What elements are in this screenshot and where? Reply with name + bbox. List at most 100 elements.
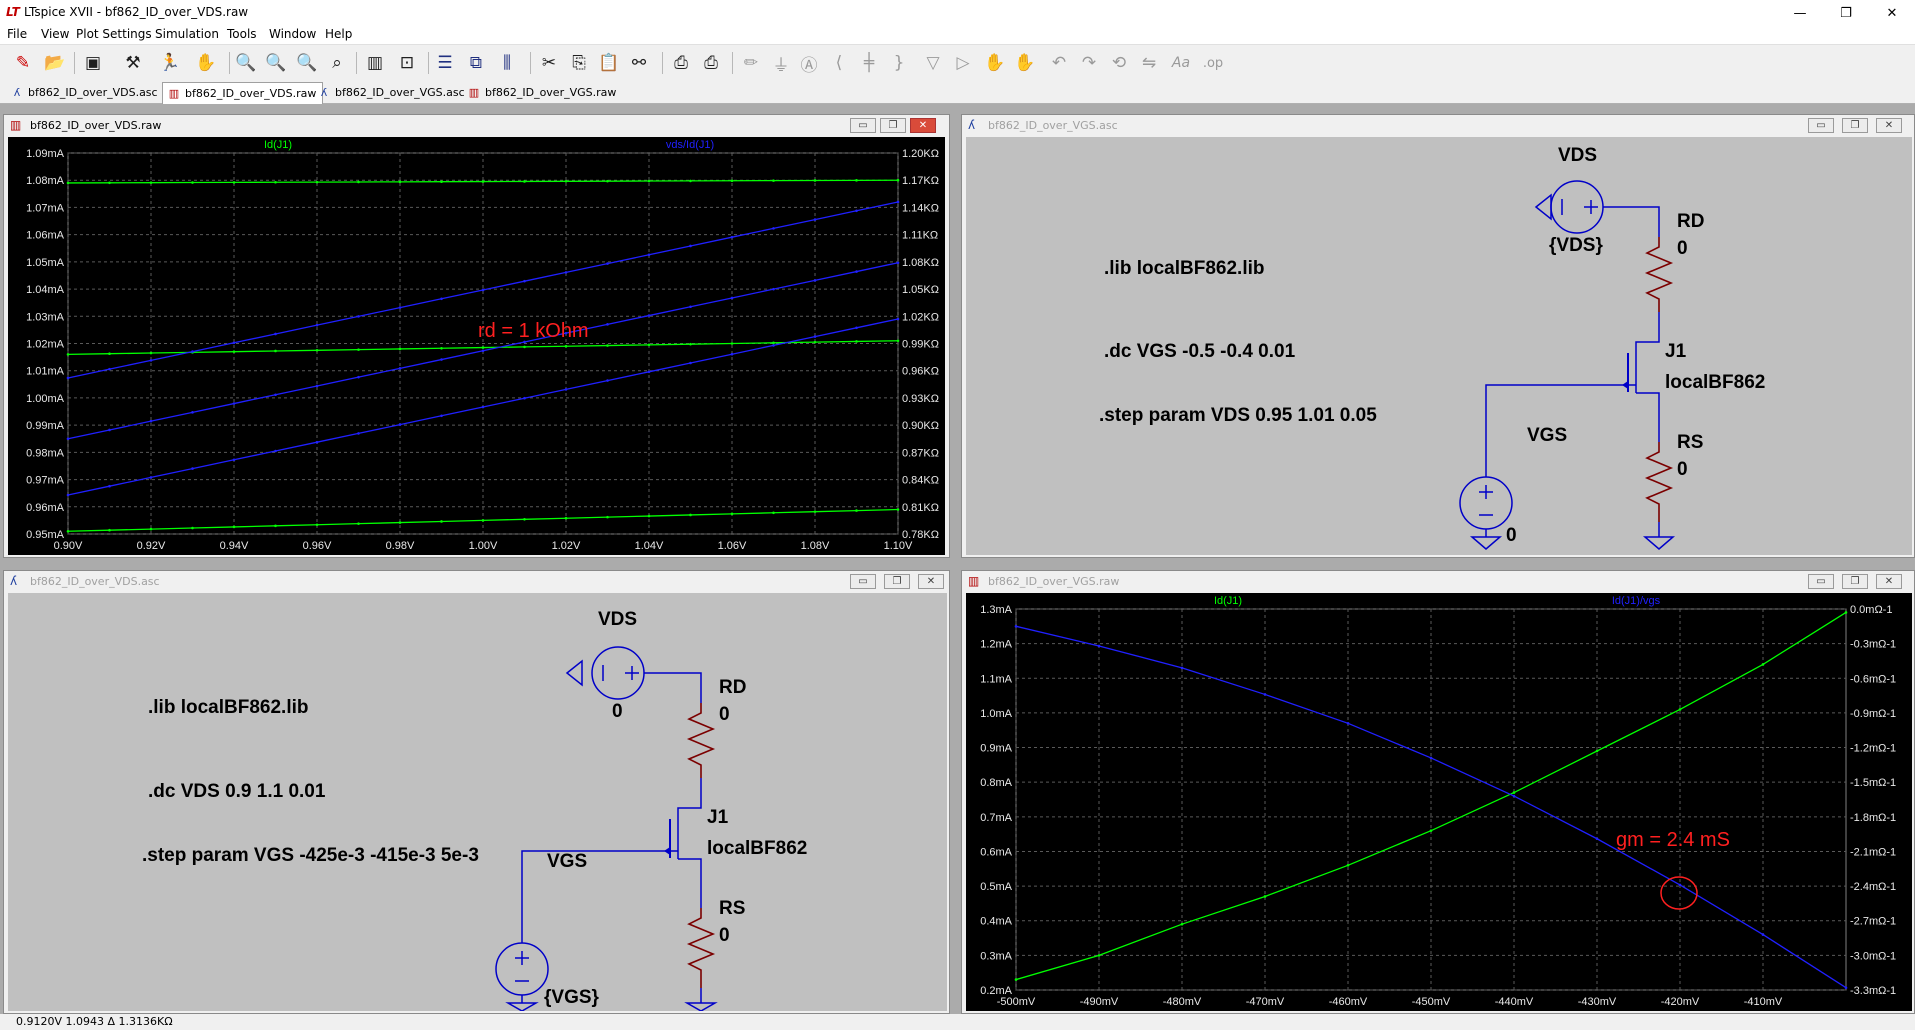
rd-resistor-symbol[interactable] [686, 703, 716, 778]
schematic-window-vgs[interactable]: ʎ bf862_ID_over_VGS.asc ▭ ❐ ✕ VDS {VDS} … [961, 114, 1915, 558]
schematic-canvas[interactable]: VDS 0 RD 0 J1 localBF862 VGS {VGS} RS 0 … [8, 593, 947, 1011]
rd-resistor-symbol[interactable] [1644, 237, 1674, 312]
close-button[interactable]: ✕ [1869, 0, 1915, 26]
spice-directive-lib[interactable]: .lib localBF862.lib [1104, 258, 1265, 280]
data-point [108, 181, 111, 185]
vgs-value[interactable]: {VGS} [544, 987, 599, 1009]
minimize-button[interactable]: ▭ [850, 118, 876, 133]
spice-directive-step[interactable]: .step param VDS 0.95 1.01 0.05 [1099, 405, 1377, 427]
vgs-label[interactable]: VGS [1527, 425, 1567, 447]
menu-view[interactable]: View [36, 27, 74, 41]
window-titlebar[interactable]: ʎ bf862_ID_over_VDS.asc ▭ ❐ ✕ [4, 571, 949, 593]
control-panel-icon[interactable]: ⚒ [120, 51, 146, 75]
window-titlebar[interactable]: ▥ bf862_ID_over_VDS.raw ▭ ❐ ✕ [4, 115, 949, 137]
run-icon[interactable]: 🏃 [157, 51, 183, 75]
rs-resistor-symbol[interactable] [1644, 442, 1674, 522]
waveform-plot-vds[interactable]: 0.90V 0.92V 0.94V 0.96V 0.98V 1.00V 1.02V 1.04V… [8, 137, 945, 555]
menu-window[interactable]: Window [264, 27, 321, 41]
tab-bf862-id-over-vds-asc[interactable]: ʎ bf862_ID_over_VDS.asc [6, 83, 164, 101]
zoom-area-icon[interactable]: 🔍 [263, 51, 289, 75]
rd-label[interactable]: RD [719, 677, 746, 699]
close-button[interactable]: ✕ [1876, 574, 1902, 589]
minimize-button[interactable]: ▭ [1808, 574, 1834, 589]
rd-value[interactable]: 0 [719, 704, 730, 726]
tile-horizontal-icon[interactable]: ☰ [432, 51, 458, 75]
y-right-tick-label: -2.4mΩ-1 [1850, 881, 1896, 893]
tab-bf862-id-over-vgs-raw[interactable]: ▥ bf862_ID_over_VGS.raw [463, 83, 622, 101]
print-icon[interactable]: ⎙ [668, 51, 694, 75]
tab-bf862-id-over-vds-raw[interactable]: ▥ bf862_ID_over_VDS.raw [162, 82, 324, 104]
zoom-in-icon[interactable]: 🔍 [233, 51, 259, 75]
vgs-source-symbol[interactable] [1459, 476, 1513, 530]
data-point [896, 200, 900, 204]
minimize-button[interactable]: — [1777, 0, 1823, 26]
j1-label[interactable]: J1 [1665, 341, 1686, 363]
close-button[interactable]: ✕ [918, 574, 944, 589]
vds-value[interactable]: 0 [612, 701, 623, 723]
new-schematic-icon[interactable]: ✎ [10, 51, 36, 75]
j1-label[interactable]: J1 [707, 807, 728, 829]
waveform-window-vds[interactable]: ▥ bf862_ID_over_VDS.raw ▭ ❐ ✕ 0.90V 0.92V… [3, 114, 950, 558]
tab-bf862-id-over-vgs-asc[interactable]: ʎ bf862_ID_over_VGS.asc [313, 83, 471, 101]
minimize-button[interactable]: ▭ [850, 574, 876, 589]
j1-jfet-symbol[interactable] [664, 818, 679, 859]
vds-label[interactable]: VDS [598, 609, 637, 631]
menu-simulation[interactable]: Simulation [150, 27, 224, 41]
waveform-plot-vgs[interactable]: -500mV -490mV -480mV -470mV -460mV -450mV -440… [966, 593, 1912, 1011]
rs-value[interactable]: 0 [719, 925, 730, 947]
plot-pane[interactable]: -500mV -490mV -480mV -470mV -460mV -450mV -440… [966, 593, 1912, 1011]
menu-help[interactable]: Help [320, 27, 357, 41]
cut-icon[interactable]: ✂ [536, 51, 562, 75]
window-titlebar[interactable]: ▥ bf862_ID_over_VGS.raw ▭ ❐ ✕ [962, 571, 1914, 593]
restore-button[interactable]: ❐ [1842, 118, 1868, 133]
spice-directive-dc[interactable]: .dc VGS -0.5 -0.4 0.01 [1104, 341, 1295, 363]
tile-vertical-icon[interactable]: ⫼ [494, 51, 520, 75]
find-icon[interactable]: ⚯ [626, 51, 652, 75]
rs-label[interactable]: RS [719, 898, 745, 920]
pan-icon[interactable]: ✋ [193, 51, 219, 75]
rd-label[interactable]: RD [1677, 211, 1704, 233]
zoom-fit-icon[interactable]: ⌕ [324, 51, 350, 75]
open-icon[interactable]: 📂 [42, 51, 68, 75]
paste-icon[interactable]: 📋 [596, 51, 622, 75]
menu-tools[interactable]: Tools [222, 27, 262, 41]
menu-file[interactable]: File [2, 27, 32, 41]
restore-button[interactable]: ❐ [1842, 574, 1868, 589]
minimize-button[interactable]: ▭ [1808, 118, 1834, 133]
vds-source-symbol[interactable] [565, 646, 645, 700]
vgs-value[interactable]: 0 [1506, 525, 1517, 547]
plot-pane[interactable]: 0.90V 0.92V 0.94V 0.96V 0.98V 1.00V 1.02V 1.04V… [8, 137, 945, 555]
schematic-window-vds[interactable]: ʎ bf862_ID_over_VDS.asc ▭ ❐ ✕ VDS 0 RD 0… [3, 570, 950, 1014]
vds-value[interactable]: {VDS} [1549, 235, 1603, 257]
spice-directive-dc[interactable]: .dc VDS 0.9 1.1 0.01 [148, 781, 325, 803]
rd-value[interactable]: 0 [1677, 238, 1688, 260]
window-titlebar[interactable]: ʎ bf862_ID_over_VGS.asc ▭ ❐ ✕ [962, 115, 1914, 137]
vgs-source-symbol[interactable] [495, 942, 549, 996]
mark-data-icon[interactable]: ⊡ [394, 51, 420, 75]
waveform-window-vgs[interactable]: ▥ bf862_ID_over_VGS.raw ▭ ❐ ✕ -500mV -490… [961, 570, 1915, 1014]
rs-value[interactable]: 0 [1677, 459, 1688, 481]
close-button[interactable]: ✕ [1876, 118, 1902, 133]
rs-resistor-symbol[interactable] [686, 908, 716, 988]
j1-jfet-symbol[interactable] [1622, 352, 1637, 393]
schematic-canvas[interactable]: VDS {VDS} RD 0 J1 localBF862 VGS 0 RS 0 … [966, 137, 1912, 555]
vds-source-symbol[interactable] [1534, 180, 1604, 234]
j1-model[interactable]: localBF862 [1665, 372, 1765, 394]
cascade-icon[interactable]: ⧉ [463, 51, 489, 75]
vgs-label[interactable]: VGS [547, 851, 587, 873]
restore-button[interactable]: ❐ [1823, 0, 1869, 26]
print-setup-icon[interactable]: ⎙ [698, 51, 724, 75]
restore-button[interactable]: ❐ [884, 574, 910, 589]
vds-label[interactable]: VDS [1558, 145, 1597, 167]
spice-directive-step[interactable]: .step param VGS -425e-3 -415e-3 5e-3 [142, 845, 479, 867]
zoom-out-icon[interactable]: 🔍 [294, 51, 320, 75]
copy-icon[interactable]: ⎘ [566, 51, 592, 75]
menu-plot-settings[interactable]: Plot Settings [71, 27, 157, 41]
close-button[interactable]: ✕ [910, 118, 936, 133]
autorange-icon[interactable]: ▥ [362, 51, 388, 75]
restore-button[interactable]: ❐ [880, 118, 906, 133]
rs-label[interactable]: RS [1677, 432, 1703, 454]
j1-model[interactable]: localBF862 [707, 838, 807, 860]
spice-directive-lib[interactable]: .lib localBF862.lib [148, 697, 309, 719]
save-icon[interactable]: ▣ [80, 51, 106, 75]
